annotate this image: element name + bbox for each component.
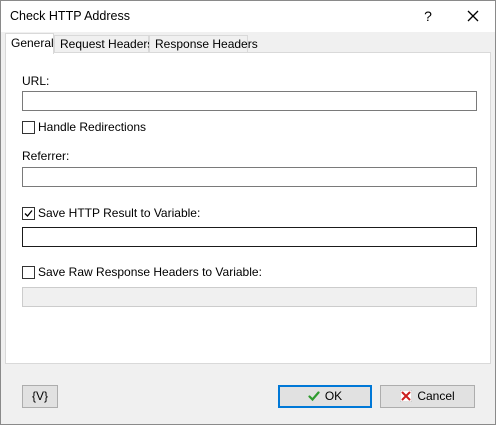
url-label: URL: [22,74,50,88]
general-panel: URL: Handle Redirections Referrer: Save … [5,52,491,364]
handle-redirections-box[interactable] [22,121,35,134]
referrer-input[interactable] [22,167,477,187]
dialog-window: Check HTTP Address ? General Request Hea… [0,0,496,425]
handle-redirections-label: Handle Redirections [38,120,147,134]
cancel-label: Cancel [417,389,455,403]
ok-label: OK [324,389,343,403]
referrer-label: Referrer: [22,149,70,163]
save-headers-label: Save Raw Response Headers to Variable: [38,265,262,279]
close-icon [467,10,479,22]
tab-request-headers[interactable]: Request Headers [54,35,153,52]
ok-button[interactable]: OK [278,385,372,408]
window-title: Check HTTP Address [10,9,130,23]
variables-button[interactable]: {V} [22,385,58,408]
tab-response-headers[interactable]: Response Headers [149,35,258,52]
save-headers-input [22,287,477,307]
checkmark-icon [24,210,33,217]
save-result-box[interactable] [22,207,35,220]
save-result-label: Save HTTP Result to Variable: [38,206,201,220]
cancel-x-icon [400,389,413,402]
save-result-input[interactable] [22,227,477,247]
ok-check-icon [308,391,320,401]
url-input[interactable] [22,91,477,111]
save-headers-box[interactable] [22,266,35,279]
title-bar: Check HTTP Address ? [1,1,495,32]
help-button[interactable]: ? [411,4,445,28]
cancel-button[interactable]: Cancel [380,385,475,408]
tab-general[interactable]: General [5,33,54,54]
close-button[interactable] [455,4,491,28]
